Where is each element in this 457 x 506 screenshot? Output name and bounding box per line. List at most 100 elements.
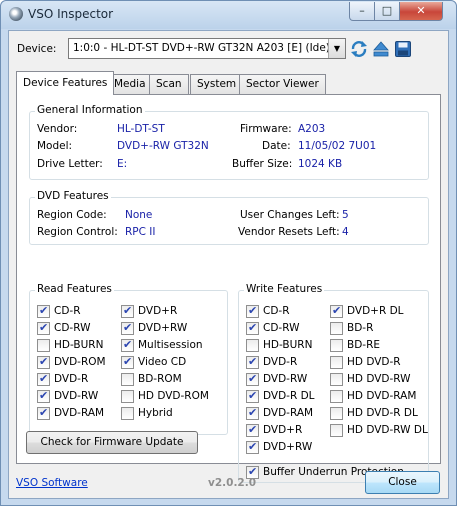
checkbox-box[interactable]	[121, 304, 134, 318]
general-information-group: General Information Vendor: HL-DT-ST Mod…	[29, 104, 429, 180]
checkbox-label: HD DVD-RW	[347, 373, 411, 385]
region-code-value: None	[125, 209, 153, 221]
checkbox-box[interactable]	[246, 372, 259, 386]
checkbox-box[interactable]	[246, 406, 259, 420]
checkbox-box[interactable]	[246, 304, 259, 318]
device-select-value: 1:0:0 - HL-DT-ST DVD+-RW GT32N A203 [E] …	[73, 42, 330, 54]
save-icon[interactable]	[394, 40, 412, 58]
device-label: Device:	[17, 43, 57, 55]
vso-software-link[interactable]: VSO Software	[16, 477, 88, 489]
checkbox-box[interactable]	[330, 407, 343, 420]
date-value: 11/05/02 7U01	[298, 140, 377, 152]
checkbox-label: DVD-R	[54, 373, 89, 385]
checkbox-label: BD-R	[347, 322, 374, 334]
device-select[interactable]: 1:0:0 - HL-DT-ST DVD+-RW GT32N A203 [E] …	[68, 38, 346, 59]
checkbox-label: DVD-R DL	[263, 390, 315, 402]
version-label: v2.0.2.0	[208, 477, 257, 489]
vendor-resets-value: 4	[342, 226, 349, 238]
group-title: General Information	[35, 104, 145, 116]
tab-sector-viewer[interactable]: Sector Viewer	[239, 74, 326, 94]
checkbox-box[interactable]	[330, 424, 343, 437]
checkbox-box[interactable]	[37, 304, 50, 318]
drive-letter-value: E:	[117, 158, 128, 170]
checkbox-box[interactable]	[37, 406, 50, 420]
checkbox-box[interactable]	[37, 339, 50, 352]
checkbox-label: DVD-ROM	[54, 356, 106, 368]
checkbox-label: HD-BURN	[54, 339, 104, 351]
checkbox-box[interactable]	[246, 389, 259, 403]
checkbox-box[interactable]	[37, 372, 50, 386]
region-code-label: Region Code:	[37, 209, 107, 221]
checkbox-box[interactable]	[246, 440, 259, 454]
checkbox-box[interactable]	[37, 389, 50, 403]
checkbox-label: DVD-R	[263, 356, 298, 368]
firmware-label: Firmware:	[240, 123, 292, 135]
checkbox-label: Multisession	[138, 339, 203, 351]
checkbox-label: BD-RE	[347, 339, 381, 351]
minimize-button[interactable]: –	[349, 2, 375, 21]
checkbox-box[interactable]	[246, 355, 259, 369]
checkbox-box[interactable]	[246, 339, 259, 352]
checkbox-box[interactable]	[121, 407, 134, 420]
read-features-group: Read Features CD-R CD-RW HD-BURN DVD-ROM DVD…	[29, 283, 228, 435]
checkbox-label: DVD-RW	[263, 373, 308, 385]
checkbox-label: HD DVD-R DL	[347, 407, 418, 419]
checkbox-label: BD-ROM	[138, 373, 182, 385]
checkbox-box[interactable]	[330, 356, 343, 369]
title-bar: VSO Inspector – □ ✕	[1, 1, 456, 29]
checkbox-label: CD-RW	[54, 322, 91, 334]
checkbox-label: CD-R	[263, 305, 290, 317]
checkbox-box[interactable]	[246, 321, 259, 335]
checkbox-label: HD DVD-ROM	[138, 390, 209, 402]
checkbox-label: CD-RW	[263, 322, 300, 334]
model-label: Model:	[37, 140, 73, 152]
checkbox-label: HD DVD-R	[347, 356, 401, 368]
eject-icon[interactable]	[372, 40, 390, 58]
group-title: Write Features	[244, 283, 325, 295]
checkbox-box[interactable]	[330, 373, 343, 386]
write-features-group: Write Features CD-R CD-RW HD-BURN DVD-R DVD-…	[238, 283, 429, 483]
user-changes-value: 5	[342, 209, 349, 221]
app-window: VSO Inspector – □ ✕ Device: 1:0:0 - HL-D…	[0, 0, 457, 506]
checkbox-box[interactable]	[121, 355, 134, 369]
checkbox-label: DVD+R DL	[347, 305, 404, 317]
checkbox-box[interactable]	[37, 321, 50, 335]
model-value: DVD+-RW GT32N	[117, 140, 209, 152]
checkbox-label: DVD-RW	[54, 390, 99, 402]
app-disc-icon	[9, 7, 23, 21]
checkbox-box[interactable]	[121, 338, 134, 352]
checkbox-label: HD-BURN	[263, 339, 313, 351]
checkbox-box[interactable]	[121, 390, 134, 403]
client-area: Device: 1:0:0 - HL-DT-ST DVD+-RW GT32N A…	[8, 30, 449, 499]
tab-device-features[interactable]: Device Features	[16, 71, 115, 95]
refresh-icon[interactable]	[350, 40, 368, 58]
buffer-size-label: Buffer Size:	[232, 158, 293, 170]
checkbox-box[interactable]	[37, 355, 50, 369]
checkbox-box[interactable]	[121, 321, 134, 335]
window-close-button[interactable]: ✕	[399, 2, 443, 21]
checkbox-box[interactable]	[330, 322, 343, 335]
tab-scan[interactable]: Scan	[149, 74, 189, 94]
checkbox-box[interactable]	[121, 373, 134, 386]
checkbox-box[interactable]	[330, 339, 343, 352]
region-control-value: RPC II	[125, 226, 156, 238]
close-button[interactable]: Close	[365, 471, 440, 494]
checkbox-box[interactable]	[246, 423, 259, 437]
checkbox-label: DVD+RW	[138, 322, 188, 334]
dvd-features-group: DVD Features Region Code: None Region Co…	[29, 190, 429, 245]
checkbox-label: DVD+R	[263, 424, 303, 436]
vendor-resets-label: Vendor Resets Left:	[238, 226, 340, 238]
maximize-button[interactable]: □	[374, 2, 400, 21]
checkbox-label: DVD-RAM	[263, 407, 314, 419]
checkbox-label: HD DVD-RW DL	[347, 424, 428, 436]
check-firmware-update-button[interactable]: Check for Firmware Update	[26, 431, 198, 454]
drive-letter-label: Drive Letter:	[37, 158, 103, 170]
chevron-down-icon[interactable]: ▼	[328, 39, 345, 58]
checkbox-label: DVD-RAM	[54, 407, 105, 419]
vendor-label: Vendor:	[37, 123, 78, 135]
checkbox-box[interactable]	[330, 304, 343, 318]
checkbox-box[interactable]	[330, 390, 343, 403]
tab-system[interactable]: System	[190, 74, 244, 94]
device-features-panel: General Information Vendor: HL-DT-ST Mod…	[16, 94, 441, 483]
window-title: VSO Inspector	[28, 7, 114, 21]
